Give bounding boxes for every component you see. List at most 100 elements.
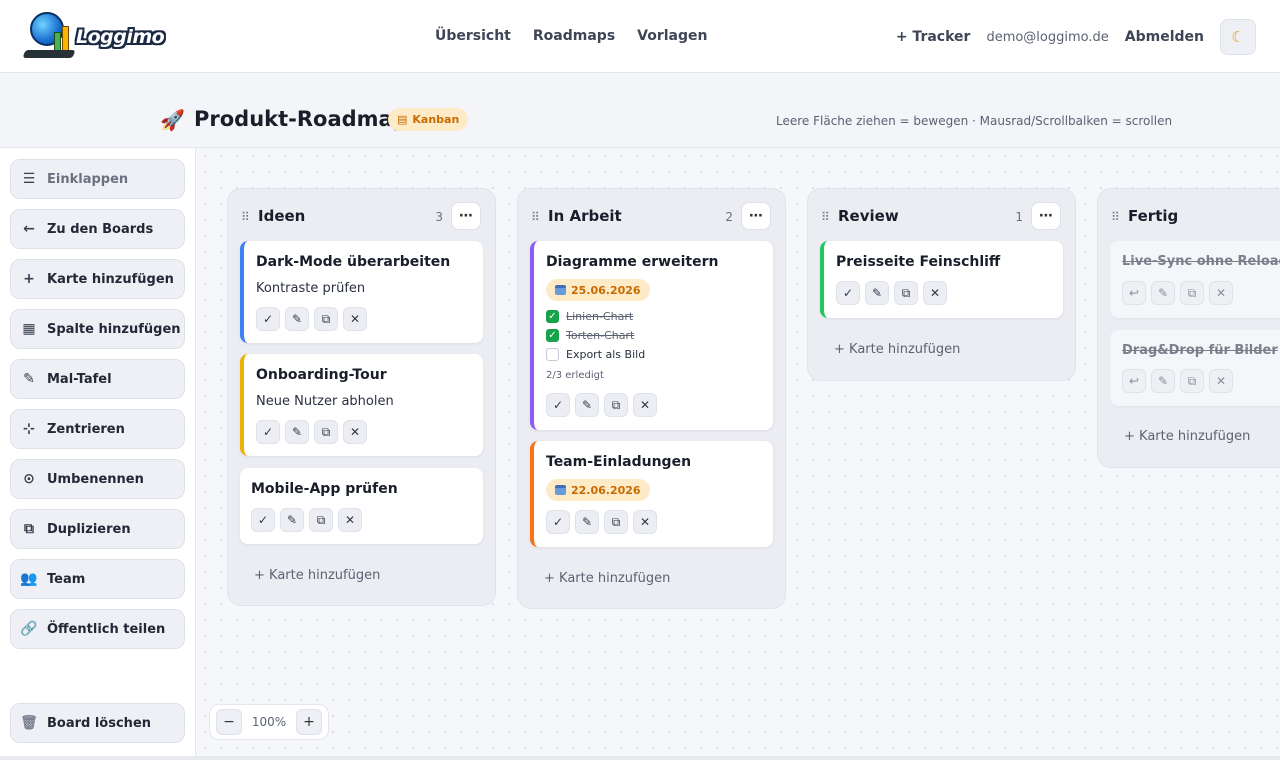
edit-button[interactable]: ✎ xyxy=(280,508,304,532)
column-in-progress[interactable]: ⠿ In Arbeit 2 ⋯ Diagramme erweitern 25.0… xyxy=(517,188,786,609)
complete-button[interactable]: ✓ xyxy=(251,508,275,532)
duplicate-card-button[interactable]: ⧉ xyxy=(604,510,628,534)
page-title: Produkt-Roadmap xyxy=(194,107,408,131)
complete-button[interactable]: ✓ xyxy=(256,420,280,444)
delete-card-button[interactable]: ✕ xyxy=(923,281,947,305)
edit-button[interactable]: ✎ xyxy=(865,281,889,305)
complete-button[interactable]: ✓ xyxy=(256,307,280,331)
duplicate-card-button[interactable]: ⧉ xyxy=(309,508,333,532)
zoom-out-button[interactable]: − xyxy=(216,709,242,735)
duplicate-board-button[interactable]: ⧉ Duplizieren xyxy=(10,509,185,549)
column-count: 1 xyxy=(1015,210,1023,224)
rename-board-button[interactable]: ⊙ Umbenennen xyxy=(10,459,185,499)
edit-button[interactable]: ✎ xyxy=(1151,281,1175,305)
card[interactable]: Onboarding-Tour Neue Nutzer abholen ✓ ✎ … xyxy=(240,354,483,456)
share-public-button[interactable]: 🔗 Öffentlich teilen xyxy=(10,609,185,649)
duplicate-card-button[interactable]: ⧉ xyxy=(1180,369,1204,393)
card[interactable]: Team-Einladungen 22.06.2026 ✓ ✎ ⧉ ✕ xyxy=(530,441,773,547)
copy-icon: ⧉ xyxy=(611,397,621,412)
edit-button[interactable]: ✎ xyxy=(575,393,599,417)
bottom-scrollbar-track[interactable] xyxy=(0,756,1280,760)
delete-card-button[interactable]: ✕ xyxy=(343,307,367,331)
column-ideas[interactable]: ⠿ Ideen 3 ⋯ Dark-Mode überarbeiten Kontr… xyxy=(227,188,496,606)
board-canvas[interactable]: ⠿ Ideen 3 ⋯ Dark-Mode überarbeiten Kontr… xyxy=(197,148,1280,756)
reopen-button[interactable]: ↩ xyxy=(1122,281,1146,305)
check-icon: ✓ xyxy=(257,513,269,527)
add-card-link[interactable]: + Karte hinzufügen xyxy=(834,342,960,357)
due-date-badge: 22.06.2026 xyxy=(546,479,650,501)
card[interactable]: Drag&Drop für Bilder ↩ ✎ ⧉ ✕ xyxy=(1110,330,1280,406)
add-card-button[interactable]: + Karte hinzufügen xyxy=(10,259,185,299)
duplicate-card-button[interactable]: ⧉ xyxy=(604,393,628,417)
theme-toggle-button[interactable]: ☾ xyxy=(1220,19,1256,55)
complete-button[interactable]: ✓ xyxy=(546,510,570,534)
checkbox-unchecked[interactable] xyxy=(546,348,559,361)
add-column-button[interactable]: ▦ Spalte hinzufügen xyxy=(10,309,185,349)
team-button[interactable]: 👥 Team xyxy=(10,559,185,599)
delete-card-button[interactable]: ✕ xyxy=(633,393,657,417)
duplicate-card-button[interactable]: ⧉ xyxy=(314,307,338,331)
edit-button[interactable]: ✎ xyxy=(1151,369,1175,393)
card[interactable]: Dark-Mode überarbeiten Kontraste prüfen … xyxy=(240,241,483,343)
column-title: In Arbeit xyxy=(548,207,622,225)
close-icon: ✕ xyxy=(349,312,361,326)
logout-link[interactable]: Abmelden xyxy=(1125,29,1204,45)
column-menu-button[interactable]: ⋯ xyxy=(741,202,771,230)
complete-button[interactable]: ✓ xyxy=(836,281,860,305)
checklist-item[interactable]: ✓ Torten-Chart xyxy=(546,329,634,342)
delete-card-button[interactable]: ✕ xyxy=(338,508,362,532)
logo[interactable]: Loggimo xyxy=(22,10,165,60)
duplicate-card-button[interactable]: ⧉ xyxy=(1180,281,1204,305)
duplicate-card-button[interactable]: ⧉ xyxy=(314,420,338,444)
duplicate-card-button[interactable]: ⧉ xyxy=(894,281,918,305)
column-menu-button[interactable]: ⋯ xyxy=(1031,202,1061,230)
checkbox-checked[interactable]: ✓ xyxy=(546,310,559,323)
copy-icon: ⧉ xyxy=(316,512,326,527)
delete-board-button[interactable]: 🗑 Board löschen xyxy=(10,703,185,743)
navigation-hint: Leere Fläche ziehen = bewegen · Mausrad/… xyxy=(776,114,1173,128)
nav-link-overview[interactable]: Übersicht xyxy=(435,28,511,44)
drag-handle-icon[interactable]: ⠿ xyxy=(531,210,540,224)
column-review[interactable]: ⠿ Review 1 ⋯ Preisseite Feinschliff ✓ ✎ … xyxy=(807,188,1076,381)
checkbox-checked[interactable]: ✓ xyxy=(546,329,559,342)
delete-card-button[interactable]: ✕ xyxy=(1209,281,1233,305)
collapse-sidebar-button[interactable]: ☰ Einklappen xyxy=(10,159,185,199)
checklist-item[interactable]: Export als Bild xyxy=(546,348,645,361)
column-menu-button[interactable]: ⋯ xyxy=(451,202,481,230)
card-title: Preisseite Feinschliff xyxy=(836,254,1001,270)
nav-link-templates[interactable]: Vorlagen xyxy=(637,28,707,44)
zoom-in-button[interactable]: + xyxy=(296,709,322,735)
back-to-boards-button[interactable]: ← Zu den Boards xyxy=(10,209,185,249)
pencil-icon: ✎ xyxy=(1157,374,1169,388)
calendar-icon xyxy=(555,485,566,495)
check-icon: ✓ xyxy=(552,515,564,529)
edit-button[interactable]: ✎ xyxy=(285,420,309,444)
reopen-button[interactable]: ↩ xyxy=(1122,369,1146,393)
add-card-link[interactable]: + Karte hinzufügen xyxy=(254,568,380,583)
delete-card-button[interactable]: ✕ xyxy=(343,420,367,444)
card[interactable]: Mobile-App prüfen ✓ ✎ ⧉ ✕ xyxy=(240,468,483,544)
card[interactable]: Live-Sync ohne Reload ↩ ✎ ⧉ ✕ xyxy=(1110,241,1280,318)
card[interactable]: Diagramme erweitern 25.06.2026 ✓ Linien-… xyxy=(530,241,773,430)
delete-card-button[interactable]: ✕ xyxy=(633,510,657,534)
add-card-link[interactable]: + Karte hinzufügen xyxy=(544,571,670,586)
link-icon: 🔗 xyxy=(20,621,38,637)
column-done[interactable]: ⠿ Fertig Live-Sync ohne Reload ↩ ✎ ⧉ ✕ D… xyxy=(1097,188,1280,468)
center-view-button[interactable]: ⊹ Zentrieren xyxy=(10,409,185,449)
drag-handle-icon[interactable]: ⠿ xyxy=(241,210,250,224)
drag-handle-icon[interactable]: ⠿ xyxy=(821,210,830,224)
duplicate-icon: ⧉ xyxy=(24,521,34,537)
drag-handle-icon[interactable]: ⠿ xyxy=(1111,210,1120,224)
column-count: 3 xyxy=(435,210,443,224)
drawing-board-button[interactable]: ✎ Mal-Tafel xyxy=(10,359,185,399)
edit-button[interactable]: ✎ xyxy=(285,307,309,331)
complete-button[interactable]: ✓ xyxy=(546,393,570,417)
edit-button[interactable]: ✎ xyxy=(575,510,599,534)
nav-link-roadmaps[interactable]: Roadmaps xyxy=(533,28,615,44)
delete-card-button[interactable]: ✕ xyxy=(1209,369,1233,393)
close-icon: ✕ xyxy=(639,515,651,529)
add-tracker-link[interactable]: + Tracker xyxy=(896,29,971,45)
add-card-link[interactable]: + Karte hinzufügen xyxy=(1124,429,1250,444)
card[interactable]: Preisseite Feinschliff ✓ ✎ ⧉ ✕ xyxy=(820,241,1063,318)
checklist-item[interactable]: ✓ Linien-Chart xyxy=(546,310,633,323)
